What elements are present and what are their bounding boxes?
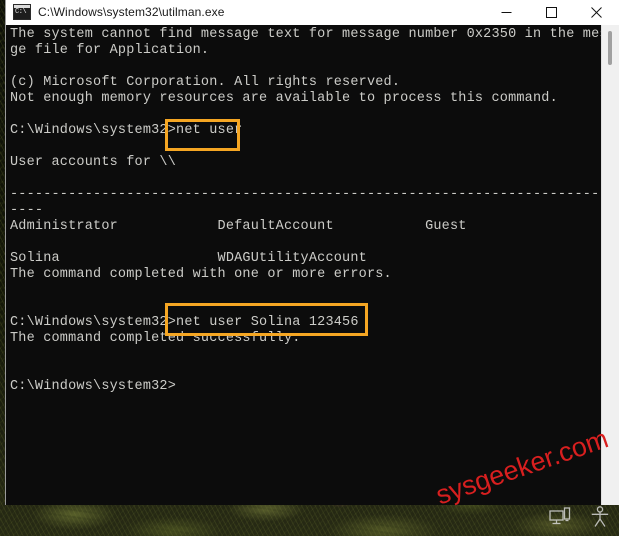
console-line: Not enough memory resources are availabl… [10,91,558,106]
console-line: The system cannot find message text for … [10,27,619,42]
command-prompt-window: C:\ C:\Windows\system32\utilman.exe The … [6,0,619,505]
console-line: ge file for Application. [10,43,210,58]
console-line: (c) Microsoft Corporation. All rights re… [10,75,401,90]
console-line: C:\Windows\system32>net user [10,123,243,138]
console-line: User accounts for \\ [10,155,177,170]
system-tray [547,504,613,530]
console-output-area[interactable]: The system cannot find message text for … [6,25,619,505]
console-line: Administrator DefaultAccount Guest [10,219,467,234]
minimize-icon [501,11,512,13]
window-controls [484,0,619,24]
console-line: The command completed successfully. [10,331,301,346]
console-line: ----------------------------------------… [10,187,616,202]
network-icon[interactable] [547,504,573,530]
console-text: The system cannot find message text for … [10,27,619,395]
minimize-button[interactable] [484,0,529,24]
console-scrollbar[interactable] [601,25,619,505]
ease-of-access-icon[interactable] [587,504,613,530]
console-line: C:\Windows\system32>net user Solina 1234… [10,315,359,330]
console-line: The command completed with one or more e… [10,267,392,282]
maximize-button[interactable] [529,0,574,24]
close-icon [591,6,602,18]
console-line: C:\Windows\system32> [10,379,177,394]
window-titlebar[interactable]: C:\ C:\Windows\system32\utilman.exe [6,0,619,25]
screen-root: C:\ C:\Windows\system32\utilman.exe The … [0,0,619,536]
console-scrollbar-thumb[interactable] [608,31,612,65]
console-line: ---- [10,203,44,218]
console-window-icon: C:\ [13,4,31,20]
console-icon-glyph: C:\ [15,8,27,16]
close-button[interactable] [574,0,619,24]
console-line: Solina WDAGUtilityAccount [10,251,367,266]
maximize-icon [546,6,557,18]
window-title: C:\Windows\system32\utilman.exe [38,5,225,19]
